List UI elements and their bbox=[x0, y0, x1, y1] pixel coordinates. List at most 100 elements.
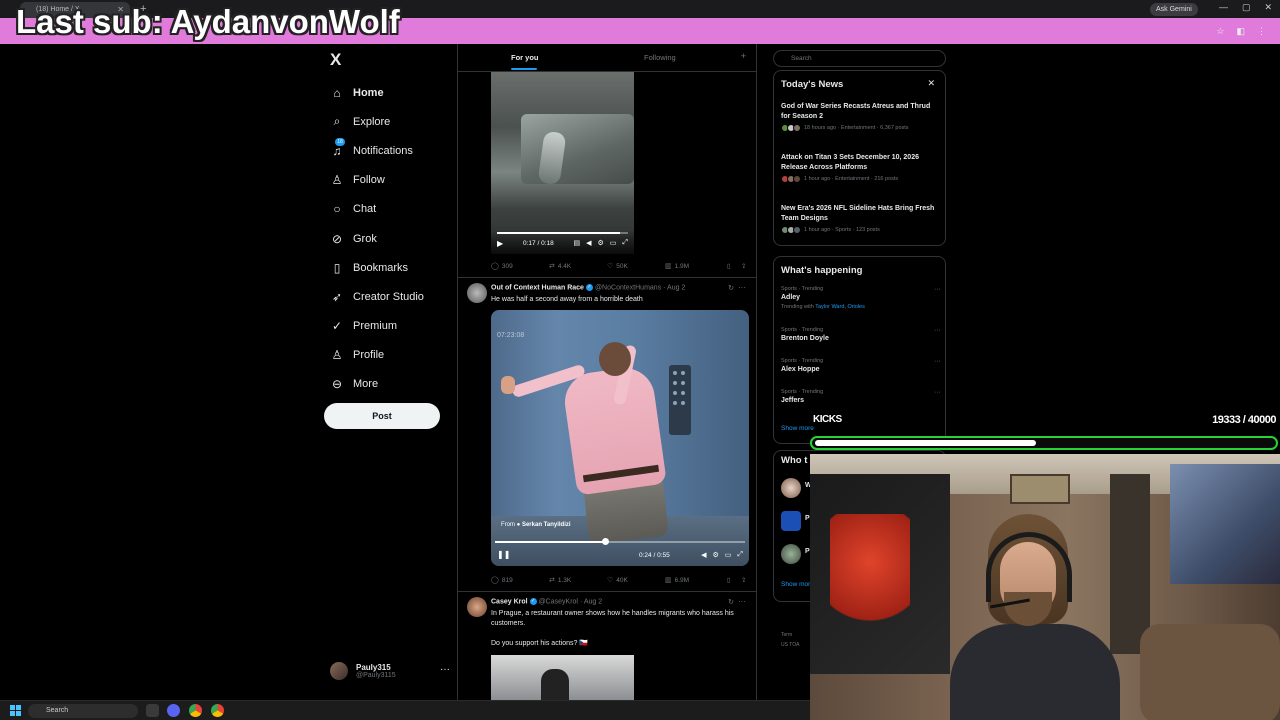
tweet-date[interactable]: · Aug 2 bbox=[663, 284, 685, 291]
from-name: Serkan Tanyildizi bbox=[521, 522, 571, 528]
post-button[interactable]: Post bbox=[324, 403, 440, 429]
pip-icon[interactable]: ▭ bbox=[725, 551, 732, 559]
video-progress-bar[interactable] bbox=[497, 232, 628, 234]
avatar[interactable] bbox=[781, 511, 801, 531]
nav-item-explore[interactable]: ⌕ Explore bbox=[330, 107, 424, 136]
author-handle[interactable]: @CaseyKrol bbox=[539, 598, 578, 605]
trend-item[interactable]: Sports · Trending Alex Hoppe ··· bbox=[781, 358, 941, 373]
chrome-icon[interactable] bbox=[211, 704, 224, 717]
nav-item-notifications[interactable]: ♫ 18 Notifications bbox=[330, 136, 424, 165]
menu-icon[interactable]: ⋮ bbox=[1257, 26, 1266, 37]
bookmark-button[interactable]: ▯ bbox=[727, 576, 731, 584]
captions-icon[interactable]: ▤ bbox=[573, 239, 580, 247]
nav-item-creator-studio[interactable]: ➶ Creator Studio bbox=[330, 282, 424, 311]
news-item[interactable]: New Era's 2026 NFL Sideline Hats Bring F… bbox=[781, 204, 941, 234]
trend-item[interactable]: Sports · Trending Adley Trending with Ta… bbox=[781, 286, 941, 310]
nav-item-home[interactable]: ⌂ Home bbox=[330, 78, 424, 107]
author-name[interactable]: Casey Krol bbox=[491, 598, 528, 605]
tweet-video[interactable]: ▶ 0:17 / 0:18 ▤ ◀ ⚙ ▭ ⤢ bbox=[491, 72, 634, 254]
windows-start-icon[interactable] bbox=[10, 705, 21, 716]
task-view-icon[interactable] bbox=[146, 704, 159, 717]
nav-item-profile[interactable]: ♙ Profile bbox=[330, 341, 424, 370]
nav-item-follow[interactable]: ♙ Follow bbox=[330, 166, 424, 195]
show-more-link[interactable]: Show more bbox=[781, 581, 814, 588]
close-window-icon[interactable]: ✕ bbox=[1264, 2, 1272, 13]
more-dots-icon[interactable]: ··· bbox=[738, 283, 746, 292]
like-button[interactable]: ♡ 40K bbox=[607, 576, 628, 584]
video-progress-bar[interactable] bbox=[495, 538, 745, 545]
more-dots-icon[interactable]: ··· bbox=[934, 327, 941, 334]
nav-item-grok[interactable]: ⊘ Grok bbox=[330, 224, 424, 253]
like-count: 40K bbox=[616, 577, 628, 584]
minimize-icon[interactable]: — bbox=[1219, 2, 1228, 13]
x-logo[interactable]: X bbox=[330, 50, 341, 70]
more-dots-icon[interactable]: ··· bbox=[934, 358, 941, 365]
tab-following[interactable]: Following bbox=[644, 53, 676, 62]
nav-item-premium[interactable]: ✓ Premium bbox=[330, 312, 424, 341]
fullscreen-icon[interactable]: ⤢ bbox=[737, 551, 743, 559]
video-source-label[interactable]: From ● Serkan Tanyildizi bbox=[501, 522, 571, 528]
views-button[interactable]: ▥ 6.9M bbox=[665, 576, 689, 584]
news-item[interactable]: God of War Series Recasts Atreus and Thr… bbox=[781, 102, 941, 132]
volume-icon[interactable]: ◀ bbox=[586, 239, 591, 247]
trend-related-links[interactable]: Taylor Ward, Orioles bbox=[815, 304, 865, 310]
views-button[interactable]: ▥ 1.9M bbox=[665, 262, 689, 270]
trend-item[interactable]: Sports · Trending Jeffers ··· bbox=[781, 389, 941, 404]
like-button[interactable]: ♡ 50K bbox=[607, 262, 628, 270]
tweet-video[interactable]: 07:23:08 From ● Serkan Tanyildizi ❚❚ 0:2… bbox=[491, 310, 749, 566]
nav-item-chat[interactable]: ○ Chat bbox=[330, 195, 424, 224]
reply-button[interactable]: ◯ 819 bbox=[491, 576, 513, 584]
tweet-date[interactable]: · Aug 2 bbox=[580, 598, 602, 605]
search-input[interactable] bbox=[773, 50, 946, 67]
avatar[interactable] bbox=[781, 544, 801, 564]
pip-icon[interactable]: ▭ bbox=[610, 239, 617, 247]
settings-icon[interactable]: ⚙ bbox=[597, 239, 603, 247]
bookmark-star-icon[interactable]: ☆ bbox=[1216, 26, 1224, 37]
suggested-account-name[interactable]: P bbox=[805, 548, 810, 555]
repost-button[interactable]: ⇄ 1.3K bbox=[549, 576, 571, 584]
avatar[interactable] bbox=[781, 478, 801, 498]
taskbar-search[interactable]: Search bbox=[28, 704, 138, 718]
more-dots-icon[interactable]: ··· bbox=[440, 664, 450, 675]
chrome-icon[interactable] bbox=[189, 704, 202, 717]
pause-icon[interactable]: ❚❚ bbox=[497, 550, 510, 559]
footer-link[interactable]: Term bbox=[781, 630, 799, 640]
footer-links: Term US TOA bbox=[781, 630, 799, 650]
avatar[interactable] bbox=[467, 283, 487, 303]
more-dots-icon[interactable]: ··· bbox=[934, 286, 941, 293]
reply-button[interactable]: ◯ 309 bbox=[491, 262, 513, 270]
share-icon[interactable]: ⇪ bbox=[741, 576, 746, 584]
nav-item-bookmarks[interactable]: ▯ Bookmarks bbox=[330, 253, 424, 282]
share-icon[interactable]: ⇪ bbox=[741, 262, 746, 270]
grok-icon[interactable]: ↻ bbox=[728, 598, 734, 606]
author-name[interactable]: Out of Context Human Race bbox=[491, 284, 584, 291]
close-icon[interactable]: ✕ bbox=[927, 78, 935, 89]
bookmark-button[interactable]: ▯ bbox=[727, 262, 731, 270]
nav-label: Grok bbox=[353, 232, 377, 245]
trend-item[interactable]: Sports · Trending Brenton Doyle ··· bbox=[781, 327, 941, 342]
discord-icon[interactable] bbox=[167, 704, 180, 717]
show-more-link[interactable]: Show more bbox=[781, 425, 814, 432]
repost-button[interactable]: ⇄ 4.4K bbox=[549, 262, 571, 270]
footer-link[interactable]: US TOA bbox=[781, 640, 799, 650]
more-dots-icon[interactable]: ··· bbox=[738, 597, 746, 606]
account-switcher[interactable]: Pauly315 @Pauly3115 ··· bbox=[330, 662, 450, 680]
nav-item-more[interactable]: ⊖ More bbox=[330, 370, 424, 399]
grok-icon[interactable]: ↻ bbox=[728, 284, 734, 292]
avatar[interactable] bbox=[467, 597, 487, 617]
add-tab-icon[interactable]: + bbox=[741, 51, 746, 61]
maximize-icon[interactable]: ▢ bbox=[1242, 2, 1251, 13]
volume-icon[interactable]: ◀ bbox=[701, 551, 706, 559]
more-dots-icon[interactable]: ··· bbox=[934, 389, 941, 396]
settings-icon[interactable]: ⚙ bbox=[712, 551, 718, 559]
tab-for-you[interactable]: For you bbox=[511, 53, 539, 62]
suggested-account-name[interactable]: P bbox=[805, 515, 810, 522]
author-handle[interactable]: @NoContextHumans bbox=[595, 284, 661, 291]
play-icon[interactable]: ▶ bbox=[497, 239, 503, 248]
news-item[interactable]: Attack on Titan 3 Sets December 10, 2026… bbox=[781, 153, 941, 183]
tweet-video[interactable] bbox=[491, 655, 634, 700]
video-timestamp: 07:23:08 bbox=[497, 332, 525, 339]
ask-gemini-button[interactable]: Ask Gemini bbox=[1150, 3, 1198, 16]
fullscreen-icon[interactable]: ⤢ bbox=[622, 239, 628, 247]
extensions-icon[interactable]: ◧ bbox=[1236, 26, 1245, 37]
